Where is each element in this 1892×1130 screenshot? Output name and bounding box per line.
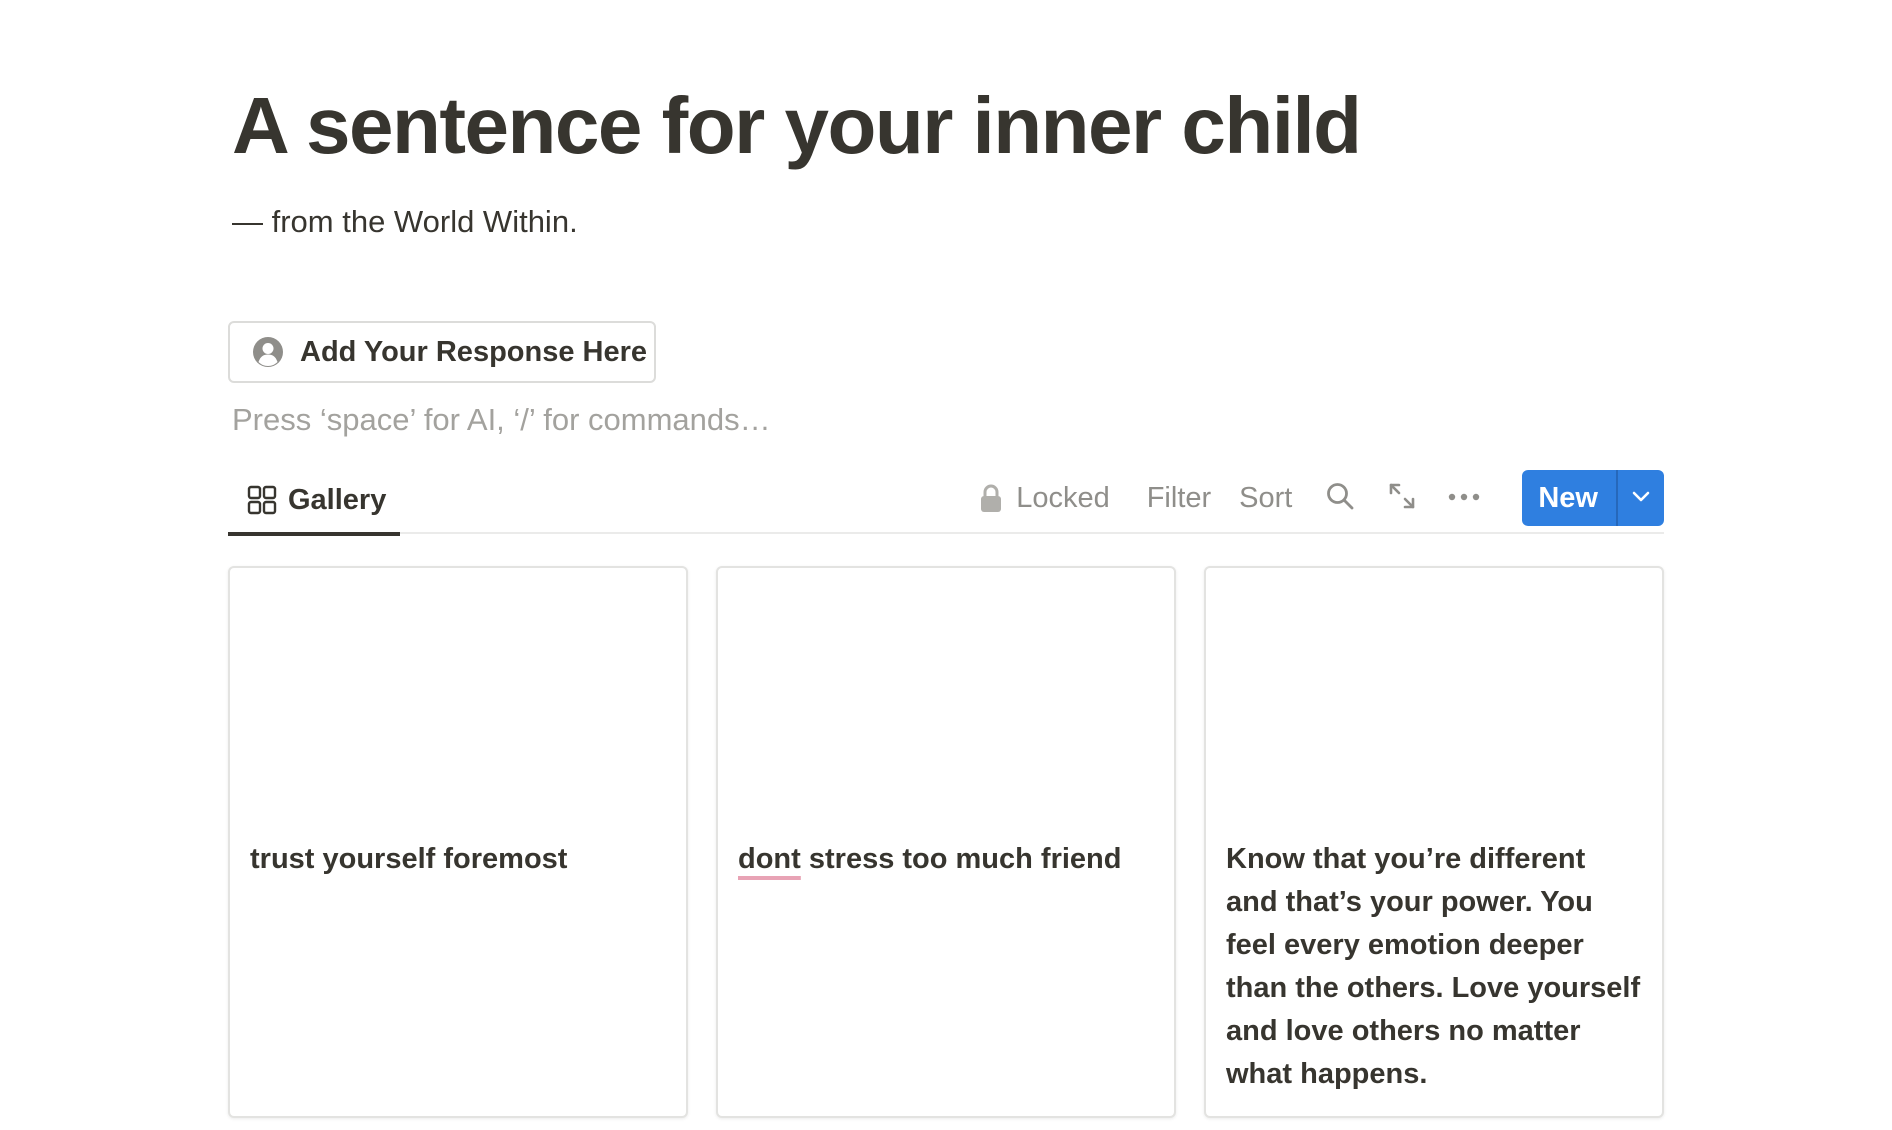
new-button-group: New [1522,470,1664,526]
locked-indicator[interactable]: Locked [980,482,1110,515]
gallery-grid: trust yourself foremost dont stress too … [228,566,1664,1118]
lock-icon [980,483,1002,513]
page: A sentence for your inner child — from t… [228,0,1664,1130]
new-dropdown-button[interactable] [1616,470,1664,526]
filter-button[interactable]: Filter [1147,482,1211,515]
more-options-button[interactable] [1444,478,1484,518]
chevron-down-icon [1632,489,1650,507]
card-title: Know that you’re different and that’s yo… [1226,843,1641,1090]
expand-icon [1388,482,1416,515]
view-toolbar: Locked Filter Sort New [980,466,1664,530]
more-icon [1448,489,1480,507]
card-title: trust yourself foremost [250,843,568,875]
page-title[interactable]: A sentence for your inner child [232,76,1362,176]
tab-gallery-label: Gallery [288,483,387,516]
add-response-label: Add Your Response Here [300,335,648,368]
locked-label: Locked [1016,481,1110,514]
page-subtitle[interactable]: — from the World Within. [232,200,578,244]
add-response-button[interactable]: Add Your Response Here [228,321,656,383]
user-avatar-icon [252,336,284,368]
gallery-grid-icon [246,484,278,516]
sort-button[interactable]: Sort [1239,482,1292,515]
gallery-card[interactable]: Know that you’re different and that’s yo… [1204,566,1664,1118]
search-icon [1325,481,1355,516]
tab-gallery[interactable]: Gallery [228,466,400,536]
ai-command-placeholder[interactable]: Press ‘space’ for AI, ‘/’ for commands… [232,398,771,442]
gallery-card[interactable]: trust yourself foremost [228,566,688,1118]
search-button[interactable] [1320,478,1360,518]
expand-button[interactable] [1382,478,1422,518]
gallery-card[interactable]: dont stress too much friend [716,566,1176,1118]
misspelled-word[interactable]: dont [738,843,801,875]
card-title: dont stress too much friend [738,838,1154,881]
card-title-rest: stress too much friend [800,843,1122,875]
database-view-bar: Gallery Locked Filter Sort New [228,466,1664,536]
new-button[interactable]: New [1522,470,1616,526]
